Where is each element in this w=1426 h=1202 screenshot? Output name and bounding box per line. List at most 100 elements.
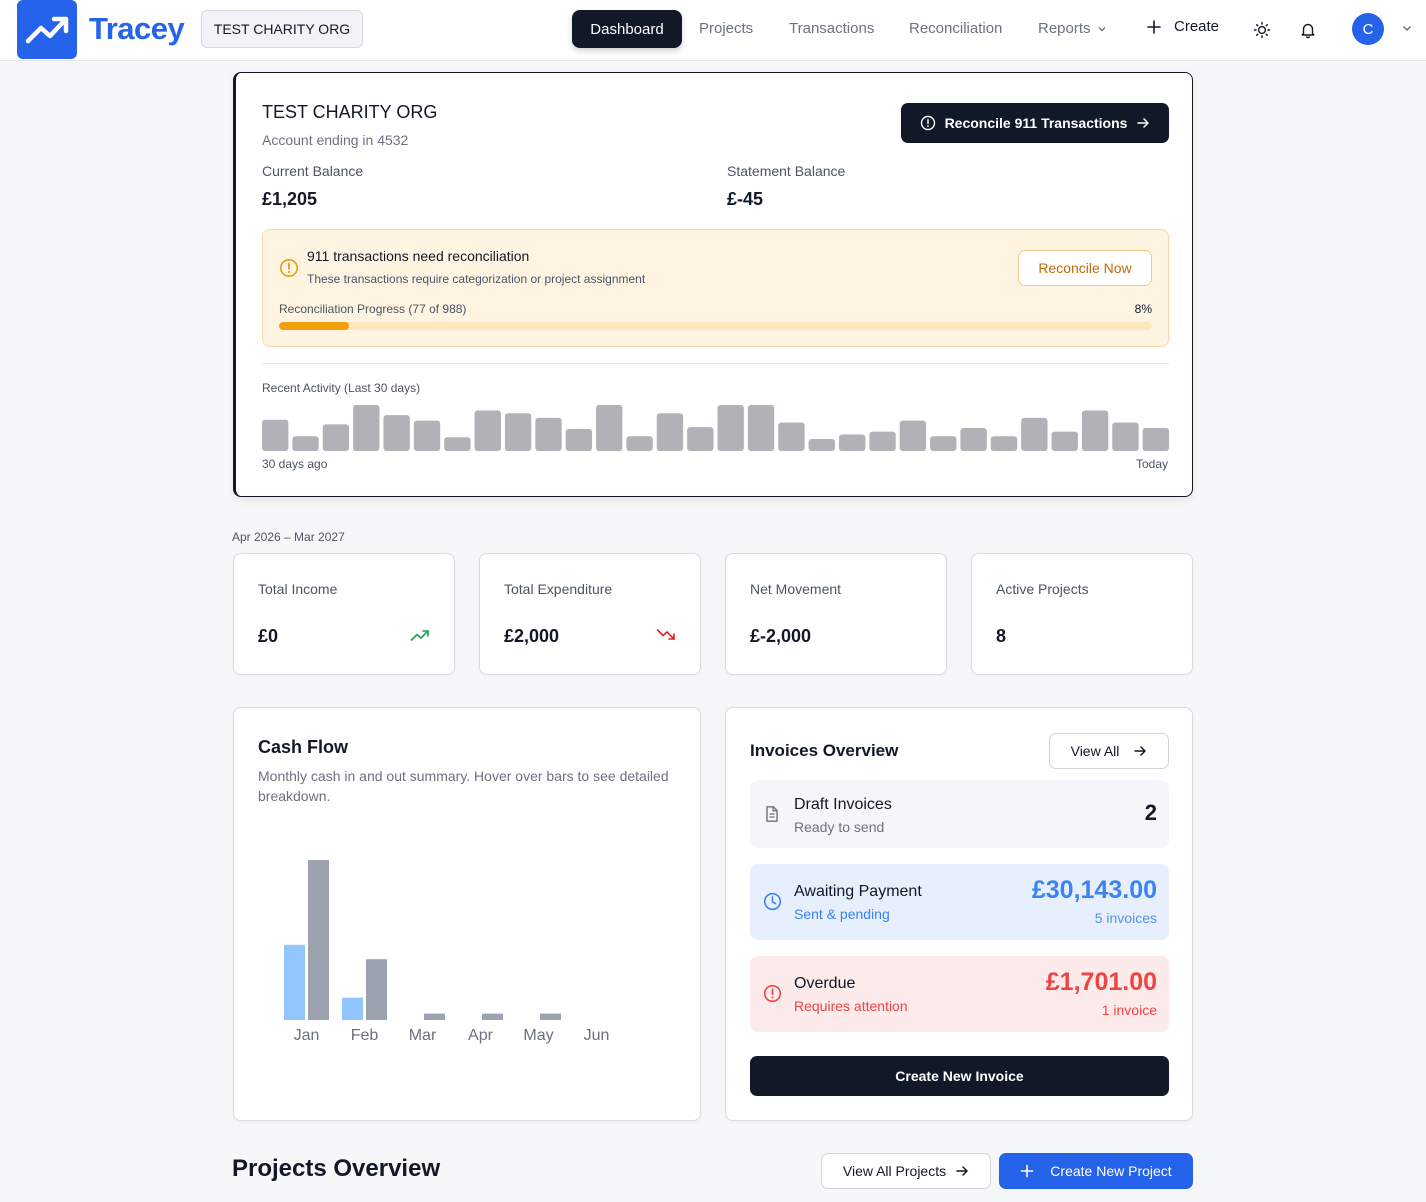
statement-balance-label: Statement Balance xyxy=(727,163,846,179)
activity-bar[interactable] xyxy=(1021,417,1048,451)
cash-flow-tick-label: Jun xyxy=(584,1027,610,1044)
activity-end-label: Today xyxy=(1135,457,1168,471)
draft-title: Draft Invoices xyxy=(794,796,892,813)
warning-circle-icon xyxy=(280,259,298,277)
view-all-invoices-button[interactable]: View All xyxy=(1049,733,1169,769)
cash-flow-chart[interactable]: Jan Feb Mar Apr May Jun xyxy=(258,838,658,1058)
activity-bar[interactable] xyxy=(717,405,744,451)
user-avatar[interactable]: C xyxy=(1352,13,1384,45)
activity-bar[interactable] xyxy=(1112,422,1139,451)
reconciliation-alert: 911 transactions need reconciliation The… xyxy=(262,229,1169,347)
nav-reports[interactable]: Reports xyxy=(1038,20,1107,37)
reconcile-now-button[interactable]: Reconcile Now xyxy=(1018,250,1152,286)
create-new-project-button[interactable]: Create New Project xyxy=(999,1153,1193,1189)
draft-count: 2 xyxy=(1144,800,1157,825)
reconcile-transactions-button[interactable]: Reconcile 911 Transactions xyxy=(901,103,1169,143)
activity-bar[interactable] xyxy=(1051,431,1078,451)
nav-transactions[interactable]: Transactions xyxy=(789,20,874,37)
overdue-row[interactable]: Overdue Requires attention £1,701.00 1 i… xyxy=(750,956,1169,1032)
activity-bar[interactable] xyxy=(1142,428,1169,451)
nav-projects[interactable]: Projects xyxy=(699,20,753,37)
cash-flow-bar[interactable] xyxy=(366,959,387,1020)
cash-flow-bar[interactable] xyxy=(540,1013,561,1020)
cash-flow-bar[interactable] xyxy=(482,1013,503,1020)
activity-bar[interactable] xyxy=(535,417,562,451)
activity-bar[interactable] xyxy=(413,420,441,451)
activity-bar[interactable] xyxy=(353,405,380,451)
cash-flow-bar[interactable] xyxy=(424,1013,445,1020)
awaiting-subtitle: Sent & pending xyxy=(794,906,890,922)
activity-bar[interactable] xyxy=(1081,410,1109,451)
trending-down-icon xyxy=(656,629,675,640)
activity-bar[interactable] xyxy=(747,405,775,451)
view-all-projects-button[interactable]: View All Projects xyxy=(821,1153,991,1189)
stat-card-active-projects[interactable]: Active Projects 8 xyxy=(971,553,1193,675)
brand-name[interactable]: Tracey xyxy=(89,11,185,47)
stat-label: Total Income xyxy=(258,581,338,597)
account-card: TEST CHARITY ORG Account ending in 4532 … xyxy=(233,72,1193,497)
invoices-title: Invoices Overview xyxy=(750,741,899,760)
draft-invoices-row[interactable]: Draft Invoices Ready to send 2 xyxy=(750,780,1169,848)
activity-bar[interactable] xyxy=(626,436,653,451)
activity-bar[interactable] xyxy=(444,437,471,451)
cash-flow-panel: Cash Flow Monthly cash in and out summar… xyxy=(233,707,701,1121)
stat-label: Active Projects xyxy=(996,581,1089,597)
chevron-down-icon[interactable] xyxy=(1401,22,1413,34)
cash-flow-description: Monthly cash in and out summary. Hover o… xyxy=(258,768,669,804)
trending-up-icon xyxy=(410,630,429,641)
activity-bar[interactable] xyxy=(596,405,623,451)
arrow-right-icon xyxy=(1137,118,1150,128)
activity-bar[interactable] xyxy=(960,428,987,451)
document-icon xyxy=(766,806,778,822)
stat-card-total-expenditure[interactable]: Total Expenditure £2,000 xyxy=(479,553,701,675)
theme-toggle-icon[interactable] xyxy=(1252,20,1272,40)
activity-start-label: 30 days ago xyxy=(262,457,328,471)
activity-bar[interactable] xyxy=(990,436,1018,451)
top-nav-bar: Tracey TEST CHARITY ORG Dashboard Projec… xyxy=(0,0,1426,61)
awaiting-title: Awaiting Payment xyxy=(794,883,922,900)
nav-reconciliation[interactable]: Reconciliation xyxy=(909,20,1002,37)
cash-flow-bar[interactable] xyxy=(308,860,329,1020)
stat-card-net-movement[interactable]: Net Movement £-2,000 xyxy=(725,553,947,675)
cash-flow-title: Cash Flow xyxy=(258,737,349,757)
create-button[interactable]: Create xyxy=(1146,18,1219,35)
activity-bar[interactable] xyxy=(383,415,410,451)
create-project-label: Create New Project xyxy=(1050,1163,1172,1179)
cash-flow-bar[interactable] xyxy=(342,997,363,1020)
activity-bar[interactable] xyxy=(869,431,896,451)
activity-bar[interactable] xyxy=(778,422,805,451)
create-new-invoice-button[interactable]: Create New Invoice xyxy=(750,1056,1169,1096)
clock-icon xyxy=(763,892,782,911)
draft-subtitle: Ready to send xyxy=(794,819,885,835)
account-subtitle: Account ending in 4532 xyxy=(262,132,409,148)
activity-bar[interactable] xyxy=(656,413,684,451)
cash-flow-bar[interactable] xyxy=(284,944,305,1020)
activity-bar[interactable] xyxy=(808,439,835,451)
logo[interactable] xyxy=(17,0,77,59)
arrow-right-icon xyxy=(1134,746,1147,756)
activity-bar[interactable] xyxy=(838,434,866,451)
stat-card-total-income[interactable]: Total Income £0 xyxy=(233,553,455,675)
nav-dashboard[interactable]: Dashboard xyxy=(572,10,682,48)
arrow-right-icon xyxy=(956,1166,968,1176)
activity-bar[interactable] xyxy=(474,410,501,451)
activity-bar[interactable] xyxy=(687,427,714,451)
bell-icon[interactable] xyxy=(1298,20,1318,40)
activity-bar[interactable] xyxy=(899,420,927,451)
plus-icon xyxy=(1020,1164,1034,1178)
awaiting-payment-row[interactable]: Awaiting Payment Sent & pending £30,143.… xyxy=(750,864,1169,940)
activity-chart xyxy=(262,405,1169,451)
view-all-projects-label: View All Projects xyxy=(842,1163,947,1179)
cash-flow-tick-label: Mar xyxy=(409,1027,437,1044)
alert-title: 911 transactions need reconciliation xyxy=(307,248,530,264)
statement-balance-value: £-45 xyxy=(727,189,764,209)
org-selector[interactable]: TEST CHARITY ORG xyxy=(201,10,363,48)
activity-bar[interactable] xyxy=(322,424,350,451)
awaiting-count: 5 invoices xyxy=(1094,910,1157,926)
activity-bar[interactable] xyxy=(262,419,289,451)
activity-bar[interactable] xyxy=(292,436,319,451)
activity-bar[interactable] xyxy=(930,436,957,451)
trending-up-icon xyxy=(25,16,69,43)
activity-bar[interactable] xyxy=(504,413,532,451)
activity-bar[interactable] xyxy=(565,428,593,451)
